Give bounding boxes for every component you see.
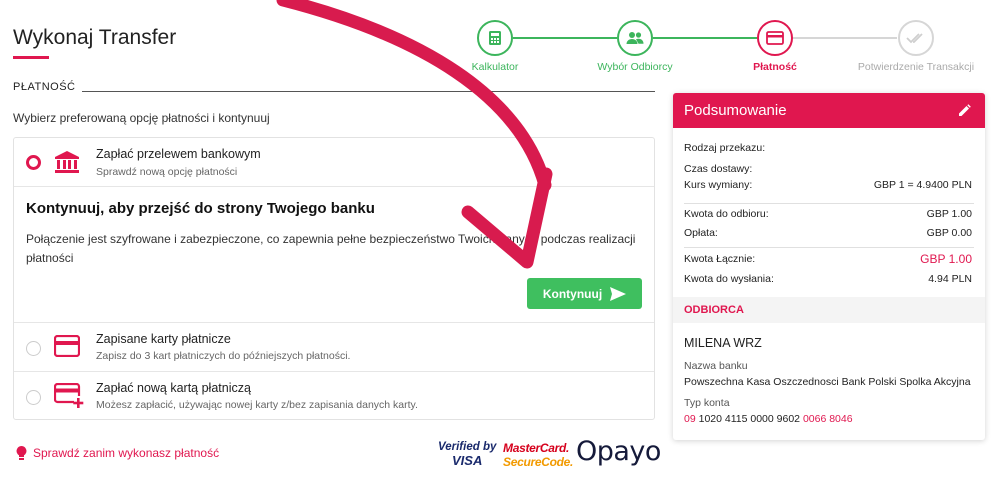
summary-row-transfer-type: Rodzaj przekazu:: [684, 142, 972, 154]
payment-options-card: Zapłać przelewem bankowym Sprawdź nową o…: [13, 137, 655, 420]
lightbulb-icon: [16, 446, 27, 460]
mc-logo-line2: SecureCode.: [503, 455, 574, 469]
bank-name-value: Powszechna Kasa Oszczednosci Bank Polski…: [684, 376, 971, 388]
summary-value: 4.94 PLN: [928, 273, 972, 285]
summary-label: Czas dostawy:: [684, 163, 753, 175]
summary-divider: [684, 203, 974, 204]
title-underline: [13, 56, 49, 59]
recipient-name: MILENA WRZ: [684, 336, 762, 350]
divider: [14, 186, 654, 187]
step-confirmation[interactable]: Potwierdzenie Transakcji: [854, 20, 978, 73]
recipient-section-title: ODBIORCA: [673, 297, 985, 323]
summary-label: Kurs wymiany:: [684, 179, 753, 191]
bank-transfer-subtitle: Sprawdź nową opcję płatności: [96, 166, 238, 178]
step-label: Kalkulator: [471, 61, 519, 73]
account-number: 09 1020 4115 0000 9602 0066 8046: [684, 413, 853, 425]
new-card-radio[interactable]: [26, 390, 41, 405]
summary-row-amount-received: Kwota do odbioru: GBP 1.00: [684, 208, 972, 220]
account-prefix: 09: [684, 413, 696, 425]
opayo-logo: Opayo: [576, 436, 661, 467]
step-label: Wybór Odbiorcy: [597, 61, 673, 73]
account-type-label: Typ konta: [684, 397, 730, 409]
double-check-icon: [906, 33, 923, 44]
instruction-text: Wybierz preferowaną opcję płatności i ko…: [13, 111, 270, 125]
summary-header: Podsumowanie: [673, 93, 985, 128]
summary-value: GBP 1 = 4.9400 PLN: [873, 179, 972, 191]
option-bank-transfer[interactable]: Zapłać przelewem bankowym Sprawdź nową o…: [14, 138, 654, 186]
users-icon: [626, 32, 644, 44]
mastercard-securecode-logo: MasterCard. SecureCode.: [503, 441, 573, 469]
step-recipient[interactable]: Wybór Odbiorcy: [590, 20, 680, 73]
edit-icon[interactable]: [958, 104, 971, 117]
step-circle: [477, 20, 513, 56]
step-circle: [757, 20, 793, 56]
summary-label: Rodzaj przekazu:: [684, 142, 766, 154]
summary-card: Podsumowanie Rodzaj przekazu: Czas dosta…: [673, 93, 985, 440]
send-icon: [610, 286, 627, 301]
summary-value: GBP 0.00: [926, 227, 972, 239]
summary-row-total: Kwota Łącznie: GBP 1.00: [684, 252, 972, 266]
bank-icon: [54, 150, 80, 179]
calculator-icon: [489, 31, 501, 45]
bank-redirect-description: Połączenie jest szyfrowane i zabezpieczo…: [26, 232, 636, 265]
section-divider: [82, 91, 655, 92]
new-card-subtitle: Możesz zapłacić, używając nowej karty z/…: [96, 399, 418, 411]
saved-cards-subtitle: Zapisz do 3 kart płatniczych do późniejs…: [96, 350, 351, 362]
step-label: Potwierdzenie Transakcji: [857, 61, 975, 73]
step-payment[interactable]: Płatność: [750, 20, 800, 73]
continue-button-label: Kontynuuj: [542, 286, 603, 301]
add-card-icon: [53, 382, 84, 414]
check-before-payment-link[interactable]: Sprawdź zanim wykonasz płatność: [16, 446, 219, 460]
summary-row-fee: Opłata: GBP 0.00: [684, 227, 972, 239]
summary-label: Kwota Łącznie:: [684, 253, 756, 265]
summary-row-amount-sent: Kwota do wysłania: 4.94 PLN: [684, 273, 972, 285]
bank-redirect-heading: Kontynuuj, aby przejść do strony Twojego…: [26, 200, 375, 217]
summary-title: Podsumowanie: [684, 102, 787, 119]
bank-transfer-title: Zapłać przelewem bankowym: [96, 147, 261, 161]
credit-card-icon: [53, 334, 81, 362]
option-new-card[interactable]: Zapłać nową kartą płatniczą Możesz zapła…: [14, 372, 654, 420]
card-icon: [766, 31, 784, 45]
summary-divider: [684, 247, 974, 248]
bank-name-label: Nazwa banku: [684, 360, 748, 372]
page-title: Wykonaj Transfer: [13, 26, 177, 49]
saved-cards-title: Zapisane karty płatnicze: [96, 332, 231, 346]
step-circle: [898, 20, 934, 56]
section-label: PŁATNOŚĆ: [13, 81, 76, 93]
summary-row-exchange-rate: Kurs wymiany: GBP 1 = 4.9400 PLN: [684, 179, 972, 191]
check-link-label: Sprawdź zanim wykonasz płatność: [33, 446, 220, 460]
summary-label: Opłata:: [684, 227, 718, 239]
summary-label: Kwota do wysłania:: [684, 273, 774, 285]
summary-row-delivery-time: Czas dostawy:: [684, 163, 972, 175]
step-circle: [617, 20, 653, 56]
continue-button[interactable]: Kontynuuj: [527, 278, 642, 309]
step-label: Płatność: [753, 61, 797, 73]
summary-label: Kwota do odbioru:: [684, 208, 769, 220]
saved-cards-radio[interactable]: [26, 341, 41, 356]
mc-logo-line1: MasterCard.: [503, 441, 570, 455]
verified-by-visa-logo: Verified by VISA: [438, 441, 498, 467]
visa-logo-line2: VISA: [452, 453, 483, 468]
account-suffix: 0066 8046: [802, 413, 853, 425]
option-saved-cards[interactable]: Zapisane karty płatnicze Zapisz do 3 kar…: [14, 323, 654, 371]
bank-transfer-radio[interactable]: [26, 155, 41, 170]
summary-value: GBP 1.00: [926, 208, 972, 220]
account-middle: 1020 4115 0000 9602: [698, 413, 801, 425]
new-card-title: Zapłać nową kartą płatniczą: [96, 381, 251, 395]
summary-total-value: GBP 1.00: [920, 252, 972, 266]
step-calculator[interactable]: Kalkulator: [467, 20, 523, 73]
